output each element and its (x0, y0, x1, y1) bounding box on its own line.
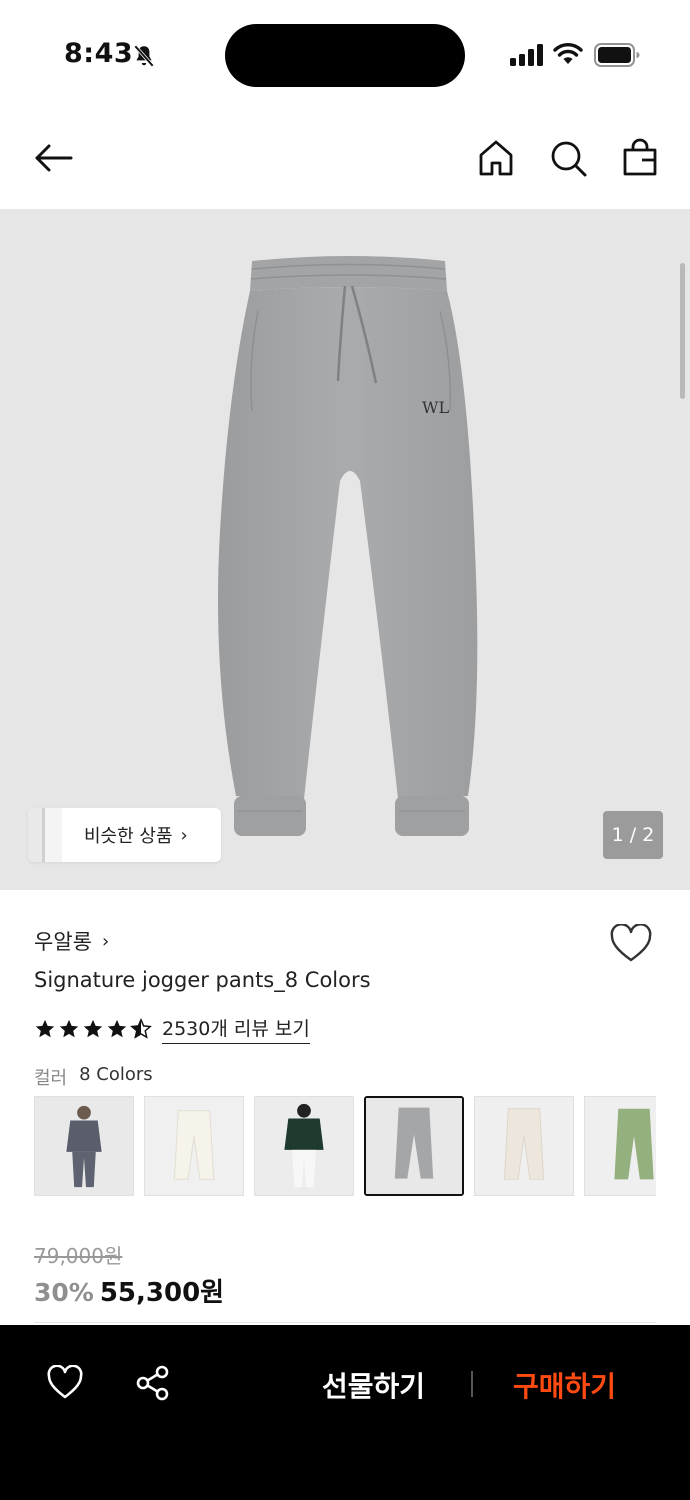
chevron-right-icon: › (101, 930, 110, 952)
star-icon (83, 1019, 103, 1038)
wishlist-heart-icon[interactable] (609, 924, 653, 964)
color-swatch-charcoal[interactable] (34, 1096, 134, 1196)
back-arrow-icon[interactable] (33, 138, 73, 178)
swatch-thumbnail (255, 1097, 353, 1195)
top-nav (0, 120, 690, 200)
color-swatch-ivory[interactable] (144, 1096, 244, 1196)
sale-price: 55,300원 (99, 1278, 225, 1308)
bottom-action-bar: 선물하기 구매하기 (0, 1325, 690, 1500)
color-count: 8 Colors (79, 1064, 153, 1085)
image-scrollbar[interactable] (680, 263, 685, 399)
half-star-icon (130, 1018, 152, 1039)
home-icon[interactable] (476, 138, 516, 178)
color-swatch-oatmeal[interactable] (474, 1096, 574, 1196)
heart-icon[interactable] (46, 1365, 84, 1401)
star-icon (59, 1019, 79, 1038)
button-separator (471, 1371, 473, 1397)
chevron-right-icon: › (180, 824, 188, 846)
star-icon (107, 1019, 127, 1038)
brand-link[interactable]: 우알롱 › (34, 926, 109, 956)
price-row: 30% 55,300원 (34, 1272, 224, 1309)
image-page-counter: 1 / 2 (603, 811, 663, 859)
color-swatch-sage[interactable] (584, 1096, 656, 1196)
wifi-icon (553, 43, 583, 64)
color-swatches (34, 1096, 656, 1196)
cellular-signal-icon (510, 44, 543, 66)
star-rating (34, 1018, 152, 1040)
product-photo: WL (218, 256, 478, 836)
brand-name: 우알롱 (34, 930, 92, 954)
silent-bell-icon (134, 45, 154, 67)
original-price: 79,000원 (34, 1244, 123, 1268)
share-icon[interactable] (135, 1365, 171, 1401)
swatch-thumbnail (145, 1097, 243, 1195)
swatch-thumbnail (585, 1097, 656, 1195)
similar-product-thumbnail (28, 808, 62, 862)
star-icon (35, 1019, 55, 1038)
rating-row: 2530개 리뷰 보기 (34, 1014, 310, 1044)
discount-rate: 30% (34, 1278, 94, 1307)
similar-products-label: 비슷한 상품 (84, 826, 173, 847)
svg-text:WL: WL (422, 398, 449, 417)
swatch-thumbnail (366, 1098, 462, 1194)
similar-products-button[interactable]: 비슷한 상품 › (28, 808, 221, 862)
gift-button[interactable]: 선물하기 (322, 1365, 425, 1405)
status-time: 8:43 (64, 38, 134, 69)
battery-icon (594, 43, 640, 67)
divider (34, 1322, 656, 1323)
color-row: 컬러 8 Colors (34, 1064, 153, 1090)
swatch-thumbnail (475, 1097, 573, 1195)
product-title: Signature jogger pants_8 Colors (34, 968, 371, 992)
product-image-gallery[interactable]: WL 비슷한 상품 › 1 / 2 (0, 209, 690, 890)
dynamic-island (225, 24, 465, 87)
color-swatch-green-set[interactable] (254, 1096, 354, 1196)
reviews-link[interactable]: 2530개 리뷰 보기 (162, 1014, 310, 1044)
shopping-bag-icon[interactable] (620, 138, 660, 178)
buy-button[interactable]: 구매하기 (513, 1365, 616, 1405)
status-bar: 8:43 (0, 0, 690, 110)
swatch-thumbnail (35, 1097, 133, 1195)
color-swatch-gray-selected[interactable] (364, 1096, 464, 1196)
color-label: 컬러 (34, 1068, 68, 1089)
search-icon[interactable] (548, 138, 588, 178)
